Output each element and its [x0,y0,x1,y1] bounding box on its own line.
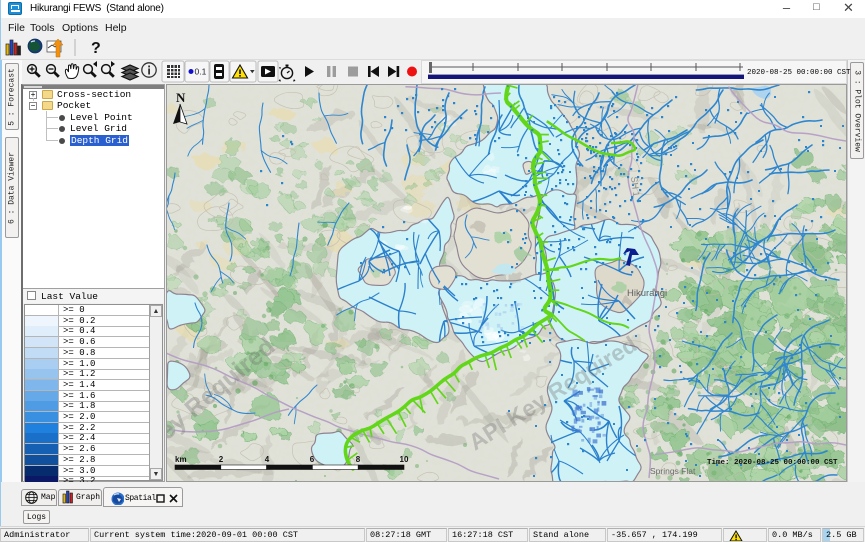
svg-text:N: N [176,90,186,105]
svg-text:?: ? [91,40,101,57]
svg-text:10: 10 [400,455,409,464]
svg-text:2: 2 [219,455,224,464]
svg-text:4: 4 [265,455,270,464]
svg-text:Hikurangi: Hikurangi [627,288,667,299]
svg-text:0.1: 0.1 [195,67,207,77]
svg-text:km: km [175,455,187,464]
svg-text:Time: 2020-08-25 00:00:00 CST: Time: 2020-08-25 00:00:00 CST [707,459,838,467]
svg-text:Springs Flat: Springs Flat [650,466,696,476]
svg-text:6: 6 [310,455,315,464]
svg-text:8: 8 [356,455,361,464]
